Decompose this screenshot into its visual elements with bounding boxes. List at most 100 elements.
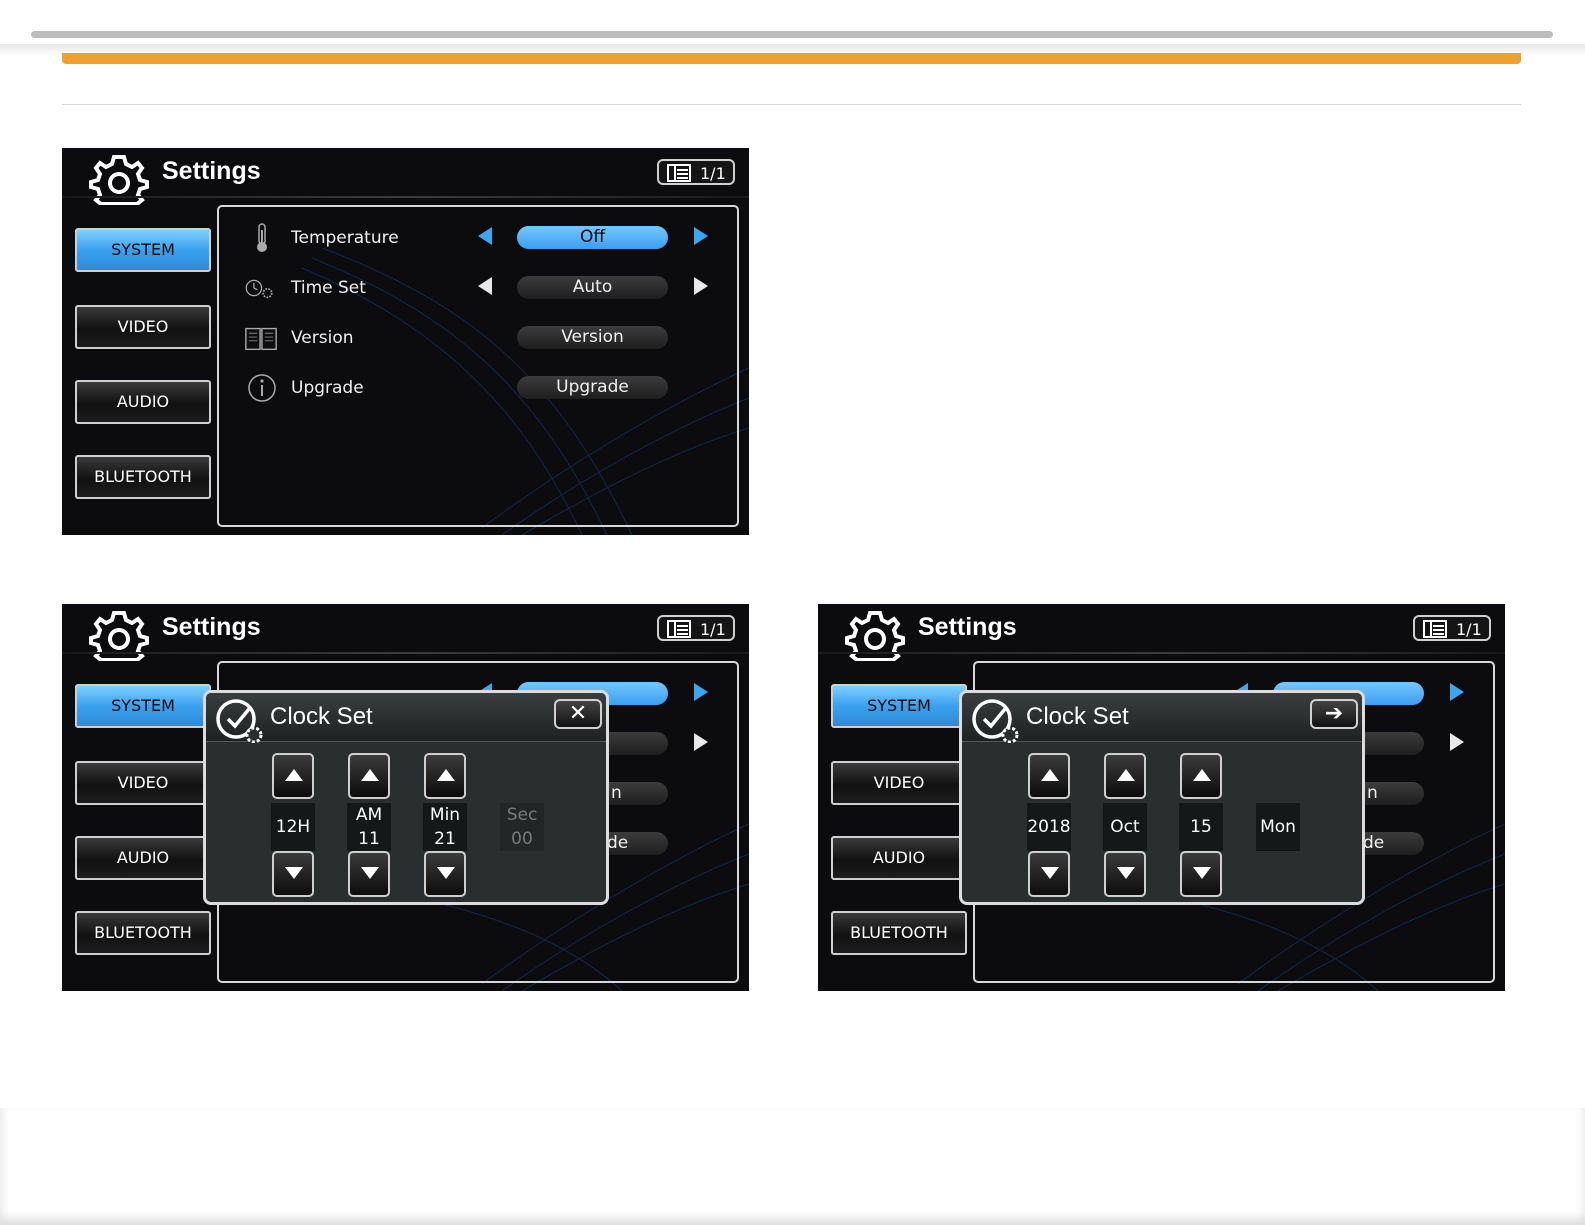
arrow-up-icon bbox=[285, 769, 303, 781]
time-set-next-arrow[interactable] bbox=[694, 277, 708, 295]
page-title: Settings bbox=[162, 157, 261, 185]
second-value: Sec 00 bbox=[500, 803, 544, 851]
book-icon bbox=[245, 327, 277, 351]
tab-bluetooth[interactable]: BLUETOOTH bbox=[75, 911, 211, 955]
arrow-down-icon bbox=[437, 867, 455, 879]
hour-mode-value: 12H bbox=[271, 803, 315, 851]
tab-video[interactable]: VIDEO bbox=[831, 761, 967, 805]
close-button[interactable]: ✕ bbox=[554, 699, 602, 729]
dialog-title: Clock Set bbox=[270, 703, 373, 730]
footer-band bbox=[0, 1108, 1585, 1225]
year-up-button[interactable] bbox=[1028, 753, 1070, 799]
weekday-text: Mon bbox=[1260, 817, 1296, 837]
row-label-upgrade: Upgrade bbox=[291, 378, 364, 398]
hour-value: AM 11 bbox=[347, 803, 391, 851]
tab-video[interactable]: VIDEO bbox=[75, 305, 211, 349]
next-button[interactable]: ➔ bbox=[1310, 699, 1358, 729]
tab-system[interactable]: SYSTEM bbox=[75, 684, 211, 728]
arrow-up-icon bbox=[437, 769, 455, 781]
tab-bluetooth[interactable]: BLUETOOTH bbox=[831, 911, 967, 955]
top-rule bbox=[31, 31, 1553, 38]
time-set-next-arrow[interactable] bbox=[694, 733, 708, 751]
temperature-prev-arrow[interactable] bbox=[478, 227, 492, 245]
clock-settings-icon bbox=[216, 699, 263, 743]
temperature-next-arrow[interactable] bbox=[1450, 683, 1464, 701]
month-down-button[interactable] bbox=[1104, 851, 1146, 897]
list-icon bbox=[667, 620, 691, 638]
info-icon bbox=[248, 374, 276, 402]
upgrade-button[interactable]: Upgrade bbox=[517, 376, 668, 399]
page-title: Settings bbox=[918, 613, 1017, 641]
day-down-button[interactable] bbox=[1180, 851, 1222, 897]
header-divider bbox=[62, 196, 749, 198]
temperature-next-arrow[interactable] bbox=[694, 683, 708, 701]
minute-up-button[interactable] bbox=[424, 753, 466, 799]
time-set-prev-arrow[interactable] bbox=[478, 277, 492, 295]
arrow-up-icon bbox=[1193, 769, 1211, 781]
list-icon bbox=[1423, 620, 1447, 638]
month-up-button[interactable] bbox=[1104, 753, 1146, 799]
hour-mode-up-button[interactable] bbox=[272, 753, 314, 799]
header-divider bbox=[818, 652, 1505, 654]
hour-down-button[interactable] bbox=[348, 851, 390, 897]
temperature-next-arrow[interactable] bbox=[694, 227, 708, 245]
second-text: 00 bbox=[511, 829, 533, 849]
day-up-button[interactable] bbox=[1180, 753, 1222, 799]
clock-set-dialog: Clock Set ➔ 2018 Oct 15 Mon bbox=[959, 690, 1365, 905]
page-indicator[interactable]: 1/1 bbox=[657, 615, 735, 641]
minute-down-button[interactable] bbox=[424, 851, 466, 897]
page-indicator[interactable]: 1/1 bbox=[1413, 615, 1491, 641]
settings-screen-system: Settings 1/1 SYSTEM VIDEO AUDIO BLUETOOT… bbox=[62, 148, 749, 535]
page-title: Settings bbox=[162, 613, 261, 641]
ampm-text: AM bbox=[355, 805, 383, 825]
tab-audio[interactable]: AUDIO bbox=[75, 380, 211, 424]
tab-video[interactable]: VIDEO bbox=[75, 761, 211, 805]
page-indicator-text: 1/1 bbox=[700, 164, 726, 183]
settings-panel bbox=[217, 205, 739, 527]
orange-accent-bar bbox=[62, 53, 1521, 64]
minute-text: 21 bbox=[434, 829, 456, 849]
tab-bluetooth[interactable]: BLUETOOTH bbox=[75, 455, 211, 499]
divider bbox=[62, 104, 1521, 105]
version-button[interactable]: Version bbox=[517, 326, 668, 349]
time-set-value[interactable]: Auto bbox=[517, 276, 668, 299]
tab-audio[interactable]: AUDIO bbox=[75, 836, 211, 880]
header-divider bbox=[62, 652, 749, 654]
page-indicator[interactable]: 1/1 bbox=[657, 159, 735, 185]
arrow-down-icon bbox=[1193, 867, 1211, 879]
settings-screen-clock-time: Settings 1/1 SYSTEM VIDEO AUDIO BLUETOOT… bbox=[62, 604, 749, 991]
year-text: 2018 bbox=[1027, 817, 1071, 837]
arrow-up-icon bbox=[1117, 769, 1135, 781]
settings-screen-clock-date: Settings 1/1 SYSTEM VIDEO AUDIO BLUETOOT… bbox=[818, 604, 1505, 991]
row-label-temperature: Temperature bbox=[291, 228, 399, 248]
tab-system[interactable]: SYSTEM bbox=[831, 684, 967, 728]
arrow-up-icon bbox=[361, 769, 379, 781]
page-indicator-text: 1/1 bbox=[1456, 620, 1482, 639]
temperature-value[interactable]: Off bbox=[517, 226, 668, 249]
row-label-time-set: Time Set bbox=[291, 278, 366, 298]
month-value: Oct bbox=[1103, 803, 1147, 851]
minute-label: Min bbox=[429, 805, 461, 825]
list-icon bbox=[667, 164, 691, 182]
hour-mode-down-button[interactable] bbox=[272, 851, 314, 897]
alarm-clock-icon bbox=[245, 279, 273, 299]
clock-set-dialog: Clock Set ✕ 12H AM 11 Min 21 Sec 00 bbox=[203, 690, 609, 905]
hour-up-button[interactable] bbox=[348, 753, 390, 799]
arrow-down-icon bbox=[1041, 867, 1059, 879]
weekday-value: Mon bbox=[1256, 803, 1300, 851]
hour-text: 11 bbox=[358, 829, 380, 849]
arrow-down-icon bbox=[361, 867, 379, 879]
tab-audio[interactable]: AUDIO bbox=[831, 836, 967, 880]
time-set-next-arrow[interactable] bbox=[1450, 733, 1464, 751]
page-indicator-text: 1/1 bbox=[700, 620, 726, 639]
arrow-down-icon bbox=[285, 867, 303, 879]
row-label-version: Version bbox=[291, 328, 354, 348]
year-value: 2018 bbox=[1027, 803, 1071, 851]
thermometer-icon bbox=[257, 223, 267, 252]
second-label: Sec bbox=[506, 805, 538, 825]
arrow-up-icon bbox=[1041, 769, 1059, 781]
year-down-button[interactable] bbox=[1028, 851, 1070, 897]
clock-settings-icon bbox=[972, 699, 1019, 743]
day-value: 15 bbox=[1179, 803, 1223, 851]
tab-system[interactable]: SYSTEM bbox=[75, 228, 211, 272]
